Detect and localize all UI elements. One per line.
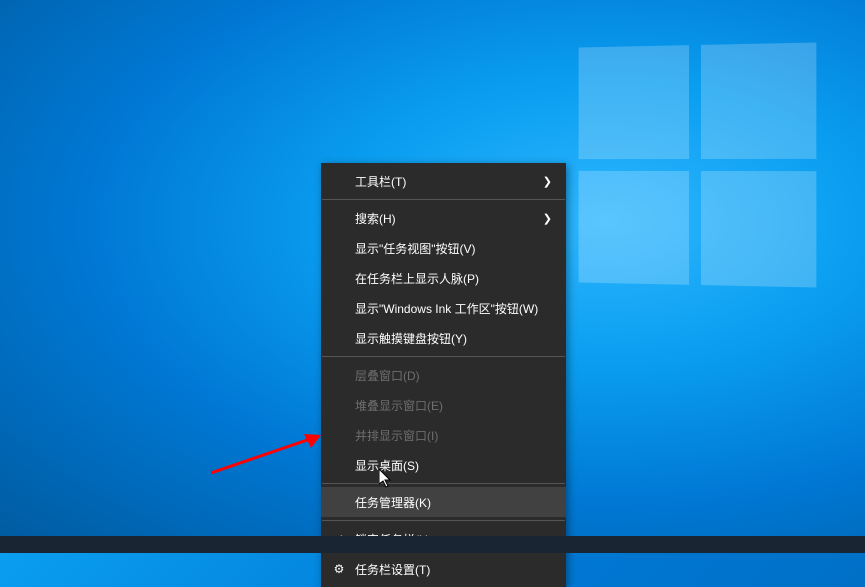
menu-label: 堆叠显示窗口(E) bbox=[355, 397, 552, 414]
menu-label: 并排显示窗口(I) bbox=[355, 427, 552, 444]
menu-item-toolbars[interactable]: 工具栏(T) ❯ bbox=[321, 166, 566, 196]
menu-separator bbox=[322, 199, 565, 200]
menu-label: 工具栏(T) bbox=[355, 173, 543, 190]
gear-icon bbox=[332, 562, 346, 576]
menu-label: 显示触摸键盘按钮(Y) bbox=[355, 330, 552, 347]
menu-item-people[interactable]: 在任务栏上显示人脉(P) bbox=[321, 263, 566, 293]
menu-separator bbox=[322, 356, 565, 357]
menu-item-side-by-side: 并排显示窗口(I) bbox=[321, 420, 566, 450]
menu-item-search[interactable]: 搜索(H) ❯ bbox=[321, 203, 566, 233]
menu-item-task-manager[interactable]: 任务管理器(K) bbox=[321, 487, 566, 517]
windows-logo bbox=[579, 42, 817, 287]
menu-label: 任务栏设置(T) bbox=[355, 561, 552, 578]
menu-label: 层叠窗口(D) bbox=[355, 367, 552, 384]
taskbar-context-menu: 工具栏(T) ❯ 搜索(H) ❯ 显示"任务视图"按钮(V) 在任务栏上显示人脉… bbox=[321, 163, 566, 587]
menu-separator bbox=[322, 520, 565, 521]
menu-label: 显示桌面(S) bbox=[355, 457, 552, 474]
taskbar[interactable] bbox=[0, 536, 865, 553]
menu-separator bbox=[322, 483, 565, 484]
menu-label: 显示"Windows Ink 工作区"按钮(W) bbox=[355, 300, 552, 317]
chevron-right-icon: ❯ bbox=[543, 175, 552, 188]
menu-item-ink-workspace[interactable]: 显示"Windows Ink 工作区"按钮(W) bbox=[321, 293, 566, 323]
annotation-arrow bbox=[211, 432, 331, 476]
menu-label: 任务管理器(K) bbox=[355, 494, 552, 511]
menu-item-task-view[interactable]: 显示"任务视图"按钮(V) bbox=[321, 233, 566, 263]
menu-item-touch-keyboard[interactable]: 显示触摸键盘按钮(Y) bbox=[321, 323, 566, 353]
menu-label: 在任务栏上显示人脉(P) bbox=[355, 270, 552, 287]
menu-item-taskbar-settings[interactable]: 任务栏设置(T) bbox=[321, 554, 566, 584]
chevron-right-icon: ❯ bbox=[543, 212, 552, 225]
menu-label: 搜索(H) bbox=[355, 210, 543, 227]
menu-item-stacked: 堆叠显示窗口(E) bbox=[321, 390, 566, 420]
menu-item-show-desktop[interactable]: 显示桌面(S) bbox=[321, 450, 566, 480]
menu-label: 显示"任务视图"按钮(V) bbox=[355, 240, 552, 257]
desktop[interactable]: 工具栏(T) ❯ 搜索(H) ❯ 显示"任务视图"按钮(V) 在任务栏上显示人脉… bbox=[0, 0, 865, 553]
menu-item-cascade: 层叠窗口(D) bbox=[321, 360, 566, 390]
